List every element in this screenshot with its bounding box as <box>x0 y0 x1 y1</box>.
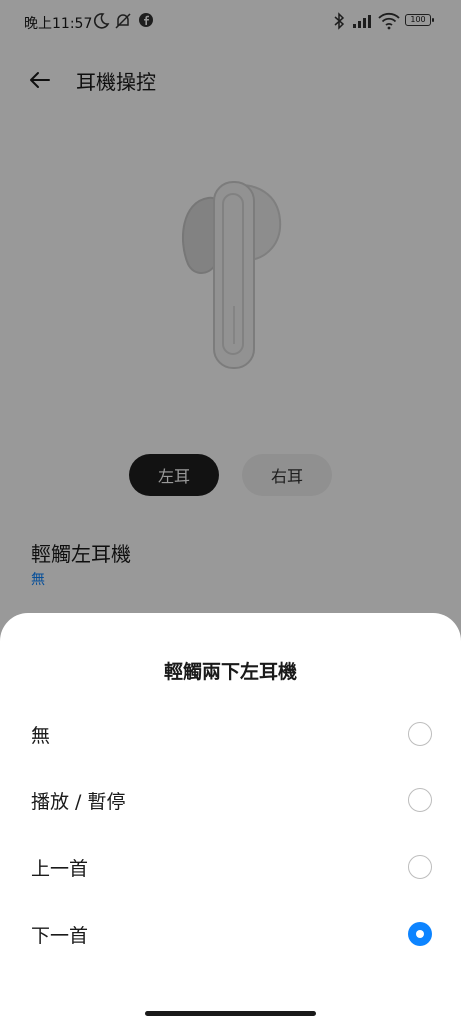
option-label: 無 <box>31 725 51 747</box>
radio-button[interactable] <box>408 855 432 879</box>
app-screen: 晚上11:57 100 耳機操控 左耳 右耳 輕觸左耳機 無 輕觸兩下左耳機 無… <box>0 0 461 1024</box>
radio-button[interactable] <box>408 788 432 812</box>
radio-button-checked[interactable] <box>408 922 432 946</box>
option-label: 播放 / 暫停 <box>31 791 126 813</box>
option-next-track[interactable]: 下一首 <box>0 901 461 967</box>
option-label: 上一首 <box>31 858 89 880</box>
home-indicator[interactable] <box>145 1011 316 1016</box>
option-none[interactable]: 無 <box>0 701 461 767</box>
option-previous-track[interactable]: 上一首 <box>0 834 461 900</box>
sheet-title: 輕觸兩下左耳機 <box>163 661 297 683</box>
radio-button[interactable] <box>408 722 432 746</box>
bottom-sheet: 輕觸兩下左耳機 無 播放 / 暫停 上一首 下一首 <box>0 613 461 1024</box>
option-play-pause[interactable]: 播放 / 暫停 <box>0 767 461 833</box>
option-label: 下一首 <box>31 925 89 947</box>
